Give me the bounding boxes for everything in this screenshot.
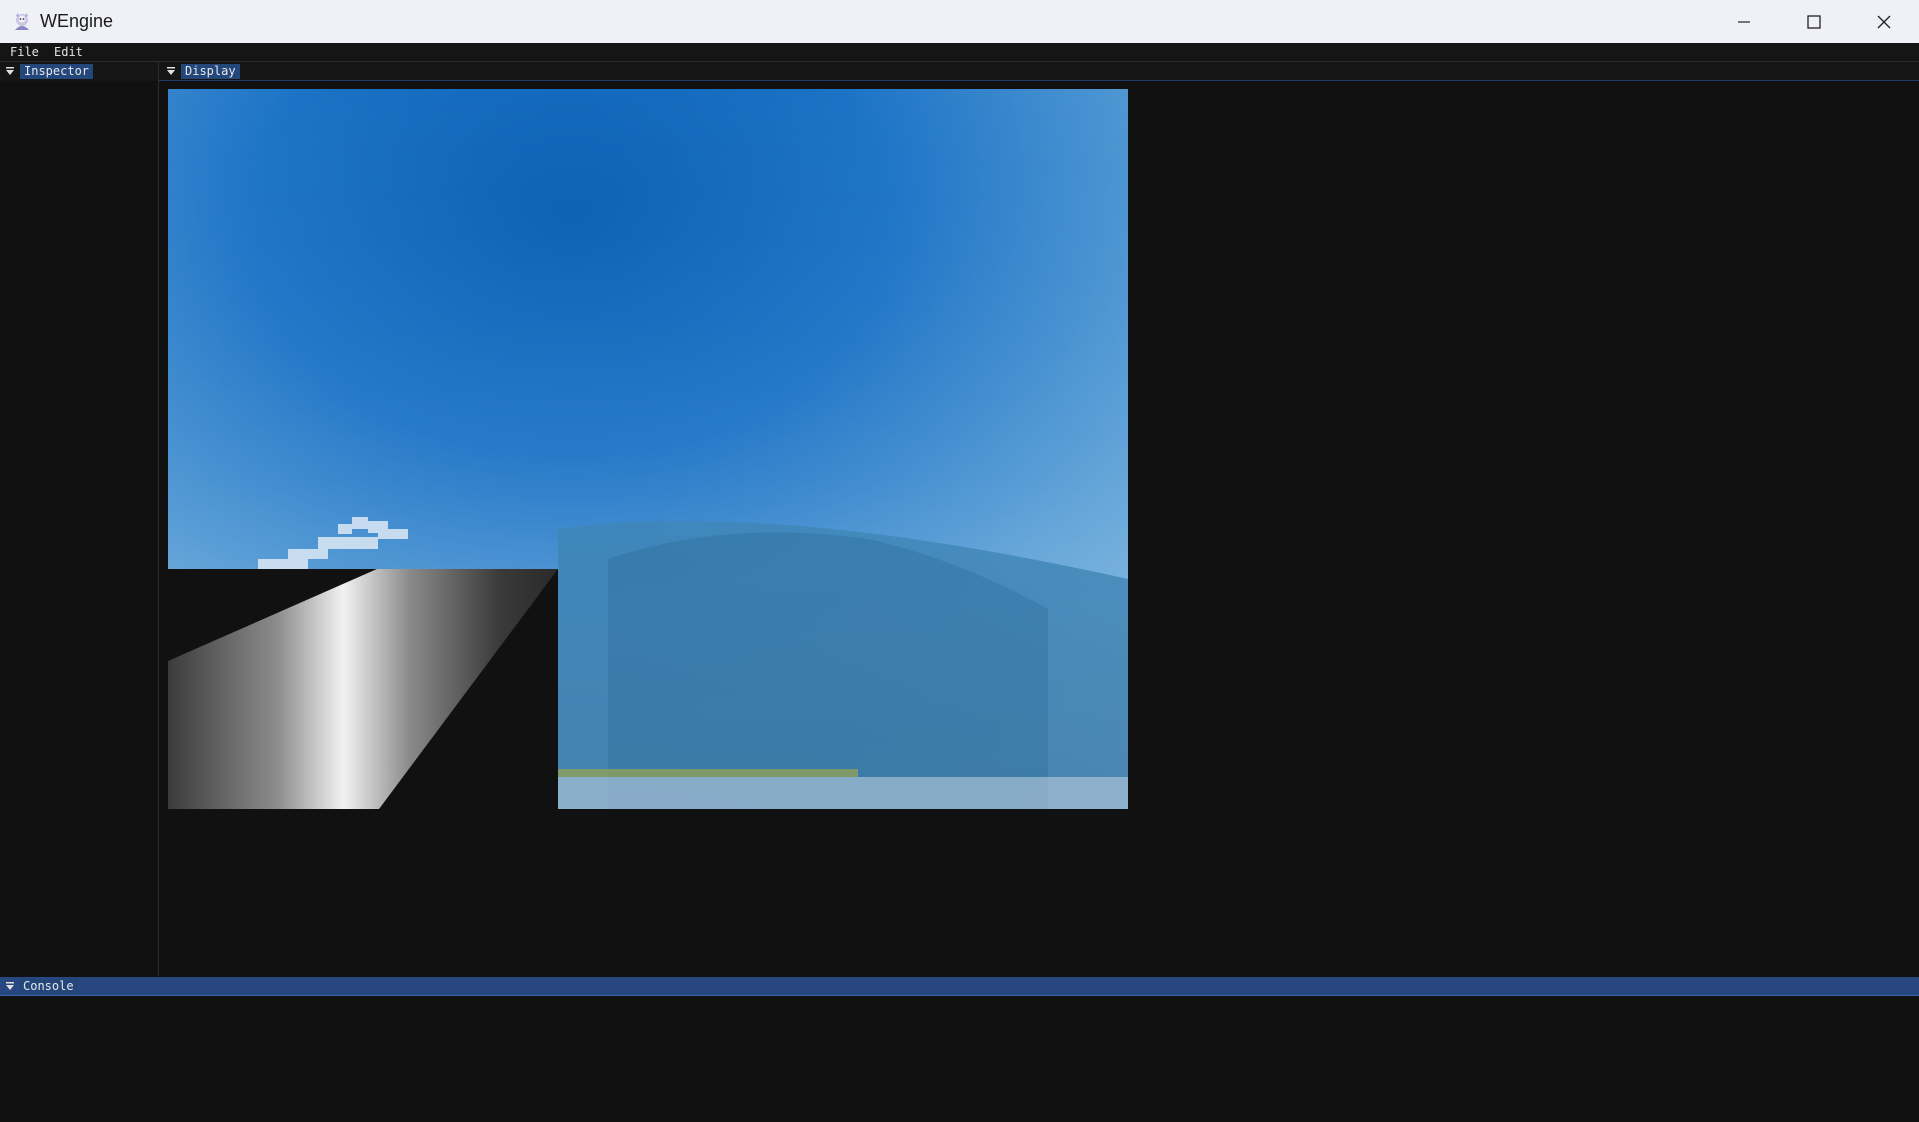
inspector-panel: Inspector: [0, 62, 158, 976]
inspector-tab-bar: Inspector: [0, 62, 158, 81]
menu-file[interactable]: File: [10, 45, 39, 60]
maximize-button[interactable]: [1779, 0, 1849, 43]
tab-display[interactable]: Display: [181, 64, 240, 79]
close-icon: [1877, 15, 1891, 28]
collapse-arrow-icon[interactable]: [5, 66, 15, 76]
window-titlebar: WEngine: [0, 0, 1919, 43]
render-viewport[interactable]: [168, 89, 1128, 809]
maximize-icon: [1807, 14, 1821, 29]
console-panel: Console: [0, 977, 1919, 1122]
minimize-icon: [1738, 20, 1750, 23]
display-tab-bar: Display: [159, 62, 1919, 81]
tab-inspector[interactable]: Inspector: [20, 64, 94, 79]
minimize-button[interactable]: [1709, 0, 1779, 43]
menu-bar: File Edit: [0, 43, 1919, 62]
collapse-arrow-icon[interactable]: [5, 981, 15, 991]
window-title: WEngine: [40, 11, 114, 31]
close-button[interactable]: [1849, 0, 1919, 43]
app-logo-icon: [15, 13, 29, 30]
tab-console[interactable]: Console: [19, 979, 78, 994]
console-tab-bar: Console: [0, 977, 1919, 996]
menu-edit[interactable]: Edit: [54, 45, 83, 60]
collapse-arrow-icon[interactable]: [166, 66, 176, 76]
scene-render: [168, 89, 1128, 809]
